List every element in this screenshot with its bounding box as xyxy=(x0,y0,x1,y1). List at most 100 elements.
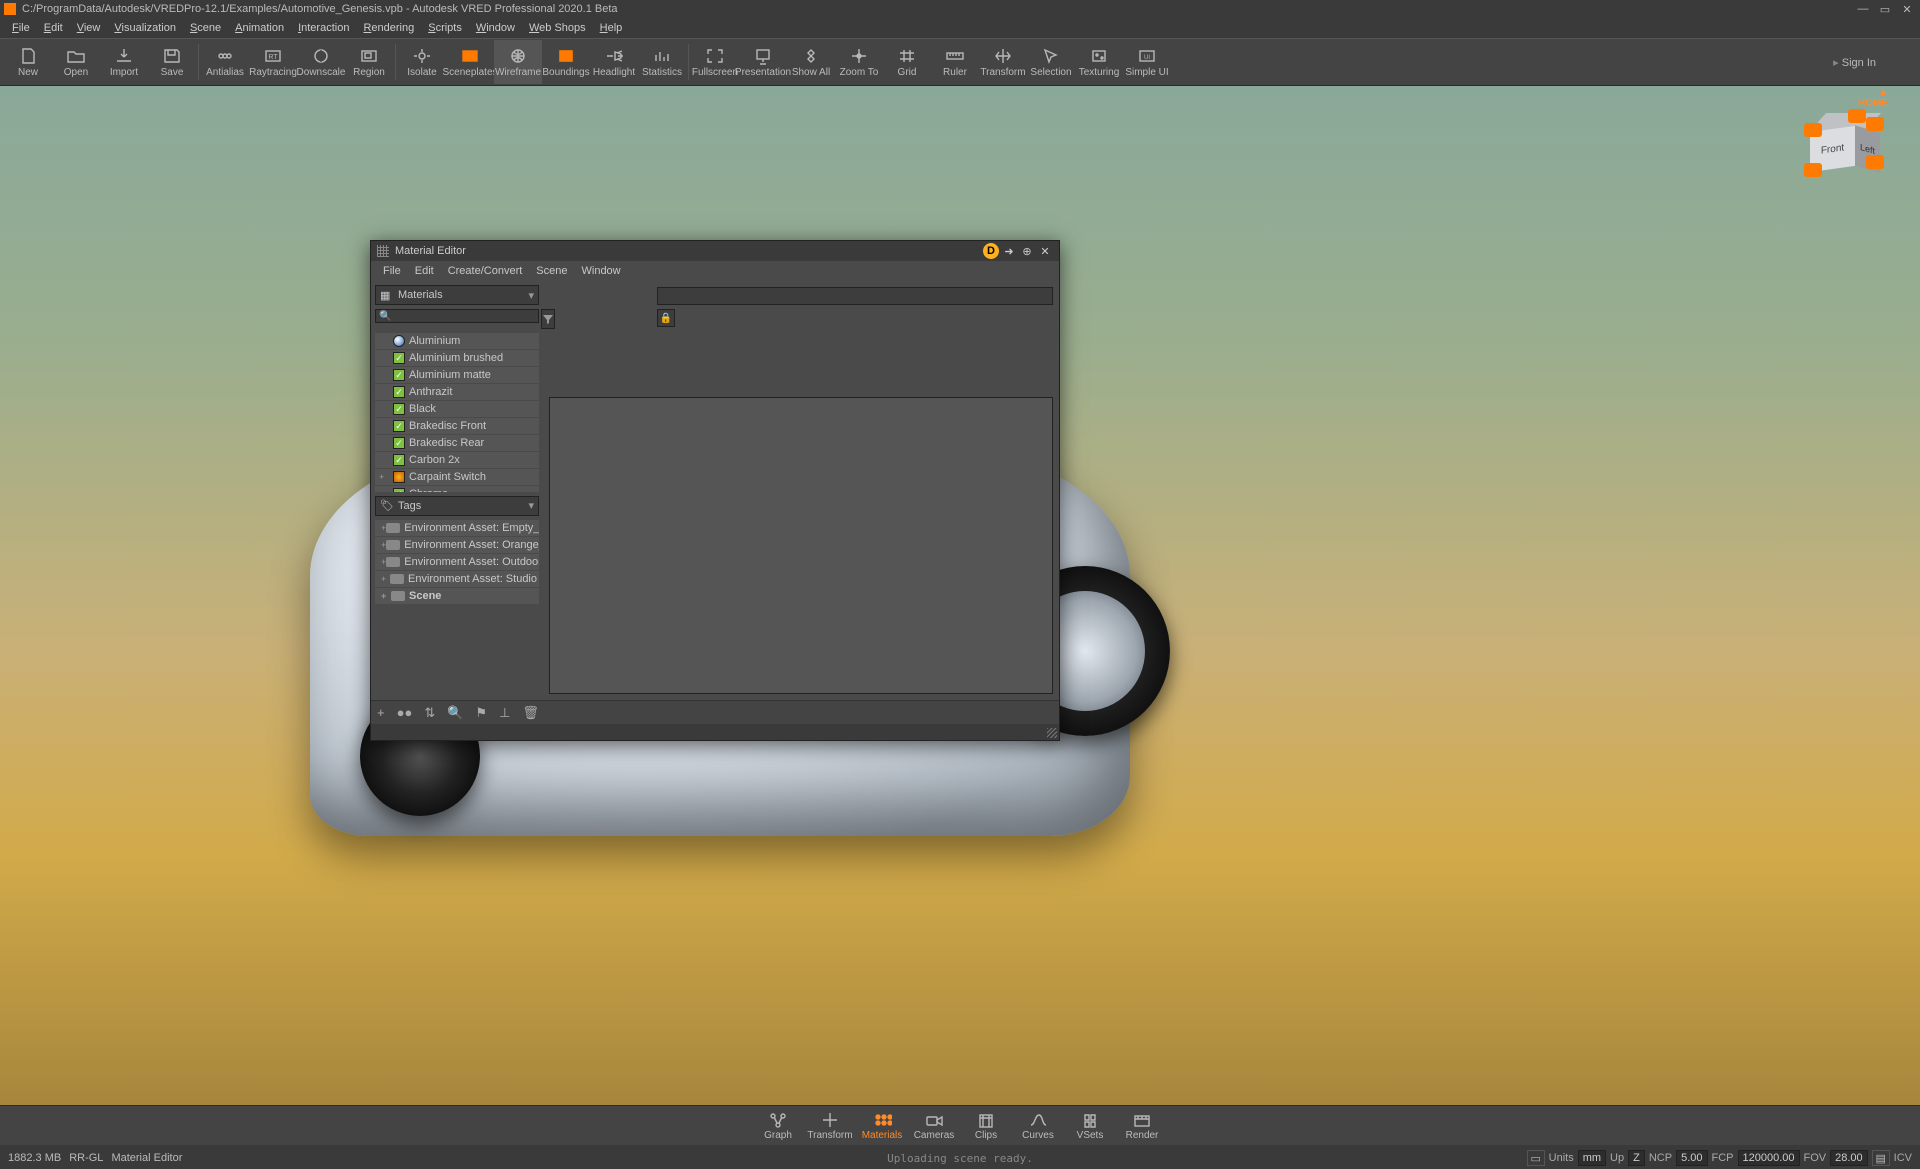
find-button[interactable]: 🔍 xyxy=(447,705,463,721)
material-item[interactable]: Aluminium brushed xyxy=(375,350,539,366)
tool-raytracing-button[interactable]: RTRaytracing xyxy=(249,40,297,84)
quick-clips-button[interactable]: Clips xyxy=(961,1110,1011,1141)
delete-button[interactable]: 🗑 xyxy=(522,705,539,721)
quick-materials-button[interactable]: Materials xyxy=(857,1110,907,1141)
tool-ruler-button[interactable]: Ruler xyxy=(931,40,979,84)
expand-icon[interactable]: + xyxy=(379,472,384,482)
resize-grip[interactable] xyxy=(1047,728,1057,738)
quick-curves-button[interactable]: Curves xyxy=(1013,1110,1063,1141)
fcp-field[interactable]: 120000.00 xyxy=(1738,1150,1800,1166)
up-field[interactable]: Z xyxy=(1628,1150,1645,1166)
quick-render-button[interactable]: Render xyxy=(1117,1110,1167,1141)
viewcube-corner[interactable] xyxy=(1866,155,1884,169)
ncp-field[interactable]: 5.00 xyxy=(1676,1150,1707,1166)
tool-import-button[interactable]: Import xyxy=(100,40,148,84)
tool-headlight-button[interactable]: Headlight xyxy=(590,40,638,84)
quick-cameras-button[interactable]: Cameras xyxy=(909,1110,959,1141)
menu-web-shops[interactable]: Web Shops xyxy=(523,20,592,36)
tool-texturing-button[interactable]: Texturing xyxy=(1075,40,1123,84)
dlg-menu-file[interactable]: File xyxy=(377,263,407,279)
menu-help[interactable]: Help xyxy=(594,20,629,36)
tag-item[interactable]: +Environment Asset: Orange_Sea... xyxy=(375,537,539,553)
tool-isolate-button[interactable]: Isolate xyxy=(398,40,446,84)
menu-window[interactable]: Window xyxy=(470,20,521,36)
histogram-button[interactable]: ▤ xyxy=(1872,1150,1890,1166)
dialog-close-button[interactable]: ✕ xyxy=(1037,243,1053,259)
add-button[interactable]: + xyxy=(377,705,385,720)
material-item[interactable]: Aluminium matte xyxy=(375,367,539,383)
tool-grid-button[interactable]: Grid xyxy=(883,40,931,84)
viewcube-home[interactable]: HOME xyxy=(1858,87,1888,109)
render-toggle-button[interactable]: ▭ xyxy=(1527,1150,1545,1166)
tag-item[interactable]: +Environment Asset: Empty_Garage xyxy=(375,520,539,536)
material-list[interactable]: AluminiumAluminium brushedAluminium matt… xyxy=(375,333,539,492)
icv-label[interactable]: ICV xyxy=(1894,1152,1912,1164)
dlg-menu-scene[interactable]: Scene xyxy=(530,263,573,279)
quick-transform-button[interactable]: Transform xyxy=(805,1110,855,1141)
material-item[interactable]: Chrome xyxy=(375,486,539,492)
lock-icon[interactable]: 🔒 xyxy=(657,309,675,327)
duplicate-button[interactable]: ●● xyxy=(397,705,413,720)
tags-combo[interactable]: 🏷 Tags xyxy=(375,496,539,516)
menu-edit[interactable]: Edit xyxy=(38,20,69,36)
tool-simple-ui-button[interactable]: UISimple UI xyxy=(1123,40,1171,84)
tool-sceneplates-button[interactable]: Sceneplates xyxy=(446,40,494,84)
arrow-button[interactable]: ➜ xyxy=(1001,243,1017,259)
menu-view[interactable]: View xyxy=(71,20,107,36)
fov-field[interactable]: 28.00 xyxy=(1830,1150,1868,1166)
viewport[interactable]: HOME Front Left Material Editor D ➜ ⊕ ✕ … xyxy=(0,86,1920,1109)
materials-combo[interactable]: ▦ Materials xyxy=(375,285,539,305)
menu-scripts[interactable]: Scripts xyxy=(422,20,468,36)
collapse-button[interactable]: ⊕ xyxy=(1019,243,1035,259)
material-item[interactable]: Carbon 2x xyxy=(375,452,539,468)
tool-presentation-button[interactable]: Presentation xyxy=(739,40,787,84)
close-button[interactable]: ✕ xyxy=(1898,3,1916,16)
tool-statistics-button[interactable]: Statistics xyxy=(638,40,686,84)
tool-show-all-button[interactable]: Show All xyxy=(787,40,835,84)
tool-open-button[interactable]: Open xyxy=(52,40,100,84)
tool-fullscreen-button[interactable]: Fullscreen xyxy=(691,40,739,84)
menu-visualization[interactable]: Visualization xyxy=(108,20,182,36)
material-item[interactable]: Brakedisc Front xyxy=(375,418,539,434)
menu-rendering[interactable]: Rendering xyxy=(357,20,420,36)
menu-scene[interactable]: Scene xyxy=(184,20,227,36)
assign-button[interactable]: ⊥ xyxy=(499,705,510,721)
tool-transform-button[interactable]: Transform xyxy=(979,40,1027,84)
material-item[interactable]: Brakedisc Rear xyxy=(375,435,539,451)
expand-icon[interactable]: + xyxy=(381,574,390,584)
tool-save-button[interactable]: Save xyxy=(148,40,196,84)
minimize-button[interactable]: — xyxy=(1854,3,1872,16)
tool-new-button[interactable]: New xyxy=(4,40,52,84)
maximize-button[interactable]: ▭ xyxy=(1876,3,1894,16)
sign-in-button[interactable]: Sign In xyxy=(1833,56,1876,69)
tool-downscale-button[interactable]: Downscale xyxy=(297,40,345,84)
material-name-field[interactable] xyxy=(657,287,1053,305)
tool-antialias-button[interactable]: Antialias xyxy=(201,40,249,84)
material-item[interactable]: +Carpaint Switch xyxy=(375,469,539,485)
dlg-menu-window[interactable]: Window xyxy=(576,263,627,279)
material-item[interactable]: Aluminium xyxy=(375,333,539,349)
viewcube-corner[interactable] xyxy=(1866,117,1884,131)
viewcube-corner[interactable] xyxy=(1804,123,1822,137)
viewcube-corner[interactable] xyxy=(1848,109,1866,123)
tag-item[interactable]: +Scene xyxy=(375,588,539,604)
flag-button[interactable]: ⚑ xyxy=(475,705,487,721)
tool-zoom-to-button[interactable]: Zoom To xyxy=(835,40,883,84)
quick-vsets-button[interactable]: VSets xyxy=(1065,1110,1115,1141)
sort-button[interactable]: ⇅ xyxy=(424,705,435,721)
dialog-titlebar[interactable]: Material Editor D ➜ ⊕ ✕ xyxy=(371,241,1059,261)
material-item[interactable]: Anthrazit xyxy=(375,384,539,400)
material-search-input[interactable] xyxy=(375,309,539,323)
dlg-menu-create-convert[interactable]: Create/Convert xyxy=(442,263,529,279)
tag-item[interactable]: +Environment Asset: Studio xyxy=(375,571,539,587)
dock-button[interactable]: D xyxy=(983,243,999,259)
menu-interaction[interactable]: Interaction xyxy=(292,20,355,36)
tag-item[interactable]: +Environment Asset: Outdoor_Sta... xyxy=(375,554,539,570)
tool-region-button[interactable]: Region xyxy=(345,40,393,84)
units-field[interactable]: mm xyxy=(1578,1150,1606,1166)
dlg-menu-edit[interactable]: Edit xyxy=(409,263,440,279)
viewcube-corner[interactable] xyxy=(1804,163,1822,177)
material-preview[interactable] xyxy=(549,397,1053,694)
menu-file[interactable]: File xyxy=(6,20,36,36)
menu-animation[interactable]: Animation xyxy=(229,20,290,36)
